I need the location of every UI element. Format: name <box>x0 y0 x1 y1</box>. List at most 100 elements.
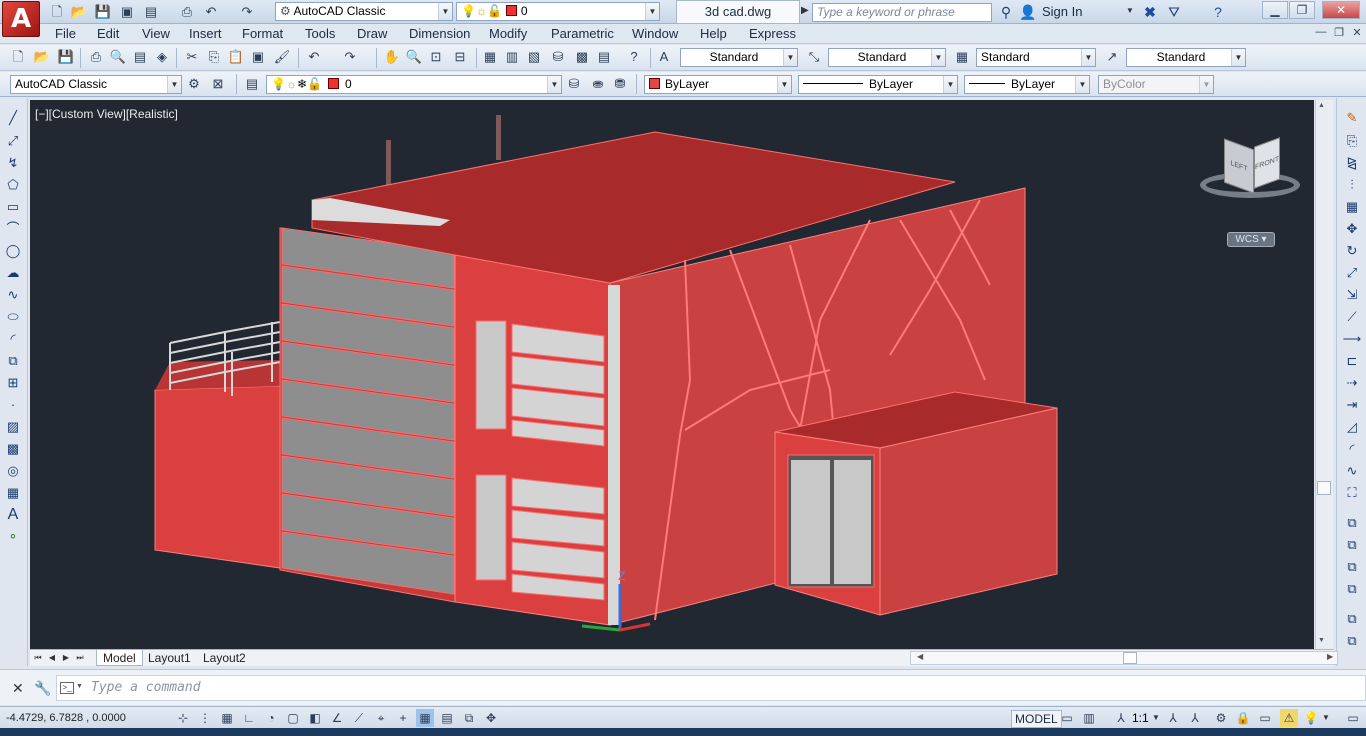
blend-curves-icon[interactable]: ∿ <box>1341 461 1363 481</box>
tab-model[interactable]: Model <box>96 650 143 666</box>
extend-icon[interactable]: ⟶ <box>1341 329 1363 349</box>
layer-dropdown-quick[interactable]: 💡☼🔓 0 ▼ <box>456 2 660 21</box>
chevron-down-icon[interactable]: ▼ <box>1152 713 1160 722</box>
horizontal-scrollbar[interactable]: ◀ ▶ <box>910 651 1338 665</box>
chevron-down-icon[interactable]: ▼ <box>76 683 83 690</box>
chamfer-icon[interactable]: ◿ <box>1341 417 1363 437</box>
circle-icon[interactable]: ◯ <box>2 241 24 261</box>
annotation-scale-value[interactable]: 1:1 <box>1132 711 1149 725</box>
save-as-icon[interactable]: ▣ <box>118 3 136 21</box>
3d-object-snap-icon[interactable]: ◧ <box>306 709 324 727</box>
first-layout-icon[interactable]: ⏮ <box>32 651 44 665</box>
annotation-monitor-icon[interactable]: ✥ <box>482 709 500 727</box>
print-icon[interactable]: ⎙ <box>178 3 196 21</box>
break-icon[interactable]: ⇢ <box>1341 373 1363 393</box>
dynamic-ucs-icon[interactable]: ⟋ <box>350 709 368 727</box>
binoculars-icon[interactable]: ⚲ <box>996 3 1016 21</box>
autodesk-360-icon[interactable]: ⛛ <box>1164 3 1184 21</box>
region-icon[interactable]: ◎ <box>2 461 24 481</box>
bring-dims-front-icon[interactable]: ⧉ <box>1341 631 1363 651</box>
offset-icon[interactable]: ⫶ <box>1341 175 1363 195</box>
snap-mode-icon[interactable]: ⋮ <box>196 709 214 727</box>
layer-states-icon[interactable]: ⛃ <box>610 74 630 94</box>
insert-block-icon[interactable]: ⧉ <box>2 351 24 371</box>
zoom-window-icon[interactable]: ⊡ <box>426 47 446 67</box>
quick-properties-icon[interactable]: ▤ <box>438 709 456 727</box>
doc-restore-button[interactable]: ❐ <box>1330 26 1348 42</box>
menu-parametric[interactable]: Parametric <box>551 26 614 41</box>
copy-object-icon[interactable]: ⎘ <box>1341 131 1363 151</box>
rectangle-icon[interactable]: ▭ <box>2 197 24 217</box>
vertical-scrollbar[interactable]: ▲ ▼ <box>1315 100 1333 649</box>
scroll-right-icon[interactable]: ▶ <box>1327 652 1333 661</box>
paste-special-icon[interactable]: ▣ <box>248 47 268 67</box>
table-style-dropdown[interactable]: Standard ▼ <box>976 48 1096 67</box>
previous-layout-icon[interactable]: ◀ <box>46 651 58 665</box>
plotstyle-control-dropdown[interactable]: ByColor ▼ <box>1098 75 1214 94</box>
undo-icon[interactable]: ↶ <box>304 47 324 67</box>
save-icon[interactable]: 💾 <box>56 47 76 67</box>
tab-layout1[interactable]: Layout1 <box>142 650 197 666</box>
design-center-icon[interactable]: ▥ <box>502 47 522 67</box>
sheet-set-icon[interactable]: ⛁ <box>548 47 568 67</box>
horizontal-scroll-thumb[interactable] <box>1123 652 1137 664</box>
open-icon[interactable]: 📂 <box>70 3 88 21</box>
command-input[interactable]: Type a command <box>56 675 1366 701</box>
zoom-realtime-icon[interactable]: 🔍 <box>404 47 424 67</box>
calculator-icon[interactable]: ▤ <box>594 47 614 67</box>
scroll-left-icon[interactable]: ◀ <box>917 652 923 661</box>
workspace-switching-icon[interactable]: ⚙ <box>1212 709 1230 727</box>
mirror-icon[interactable]: ⧎ <box>1341 153 1363 173</box>
grid-display-icon[interactable]: ▦ <box>218 709 236 727</box>
linetype-control-dropdown[interactable]: ByLayer ▼ <box>798 75 958 94</box>
search-input[interactable]: Type a keyword or phrase <box>812 3 992 22</box>
gradient-icon[interactable]: ▩ <box>2 439 24 459</box>
color-control-dropdown[interactable]: ByLayer ▼ <box>644 75 792 94</box>
polyline-icon[interactable]: ↯ <box>2 153 24 173</box>
lock-ui-icon[interactable]: 🔒 <box>1234 709 1252 727</box>
pan-icon[interactable]: ✋ <box>382 47 402 67</box>
trim-icon[interactable]: ⟋ <box>1341 307 1363 327</box>
draworder-above-icon[interactable]: ⧉ <box>1341 557 1363 577</box>
zoom-previous-icon[interactable]: ⊟ <box>450 47 470 67</box>
ortho-mode-icon[interactable]: ∟ <box>240 709 258 727</box>
menu-dimension[interactable]: Dimension <box>409 26 470 41</box>
auto-scale-icon[interactable]: ⅄ <box>1186 709 1204 727</box>
draworder-front-icon[interactable]: ⧉ <box>1341 513 1363 533</box>
transparency-icon[interactable]: ▦ <box>416 709 434 727</box>
drawing-viewport[interactable]: [−][Custom View][Realistic] Z LEFT FRONT… <box>30 100 1314 649</box>
workspace-settings-icon[interactable]: ⚙ <box>184 74 204 94</box>
text-style-icon[interactable]: A <box>654 47 674 67</box>
3d-print-icon[interactable]: ◈ <box>152 47 172 67</box>
qnew-icon[interactable]: 🗋 <box>8 47 28 67</box>
dimension-style-dropdown[interactable]: Standard ▼ <box>828 48 946 67</box>
polar-tracking-icon[interactable]: ◔ <box>262 709 280 727</box>
wrench-icon[interactable]: 🔧 <box>34 680 51 697</box>
multileader-style-dropdown[interactable]: Standard ▼ <box>1126 48 1246 67</box>
plot-preview-icon[interactable]: 🔍 <box>108 47 128 67</box>
plot-icon[interactable]: ⎙ <box>86 47 106 67</box>
menu-tools[interactable]: Tools <box>305 26 335 41</box>
workspace-dropdown[interactable]: ⚙ AutoCAD Classic ▼ <box>275 2 453 21</box>
model-space-toggle[interactable]: MODEL <box>1011 710 1062 728</box>
menu-view[interactable]: View <box>142 26 170 41</box>
open-icon[interactable]: 📂 <box>32 47 52 67</box>
copy-icon[interactable]: ⎘ <box>204 47 224 67</box>
break-at-point-icon[interactable]: ⊏ <box>1341 351 1363 371</box>
move-icon[interactable]: ✥ <box>1341 219 1363 239</box>
layer-previous-icon[interactable]: ⛂ <box>588 74 608 94</box>
restore-window-button[interactable]: ❐ <box>1289 1 1315 19</box>
point-icon[interactable]: · <box>2 395 24 415</box>
lightbulb-icon[interactable]: 💡 <box>1302 709 1320 727</box>
hardware-acceleration-icon[interactable]: ▭ <box>1256 709 1274 727</box>
layer-dropdown[interactable]: 💡☼❄🔓 0 ▼ <box>266 75 562 94</box>
selection-cycling-icon[interactable]: ⧉ <box>460 709 478 727</box>
rotate-icon[interactable]: ↻ <box>1341 241 1363 261</box>
plot-preview-icon[interactable]: ▤ <box>142 3 160 21</box>
annotation-visibility-icon[interactable]: ⅄ <box>1164 709 1182 727</box>
workspace-switch-icon[interactable]: ⊠ <box>208 74 228 94</box>
scroll-up-icon[interactable]: ▲ <box>1318 102 1325 109</box>
next-layout-icon[interactable]: ▶ <box>60 651 72 665</box>
last-layout-icon[interactable]: ⏭ <box>74 651 86 665</box>
coordinate-readout[interactable]: -4.4729, 6.7828 , 0.0000 <box>6 712 126 724</box>
